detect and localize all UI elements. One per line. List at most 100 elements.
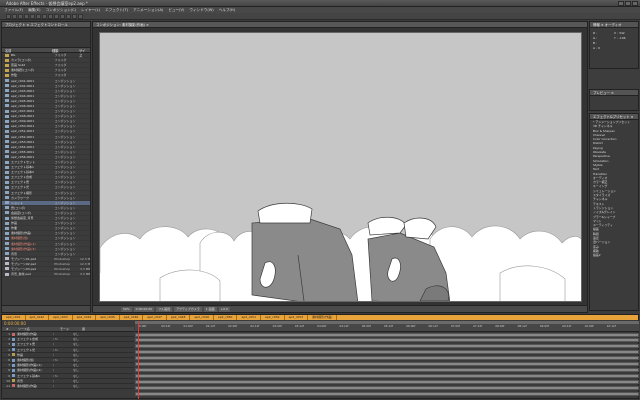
- timeline-tab[interactable]: ep2_c041: [2, 315, 26, 320]
- timeline-tab[interactable]: ep2_c050: [214, 315, 238, 320]
- timeline-tab[interactable]: ep2_c045: [96, 315, 120, 320]
- layer-duration-bar[interactable]: [135, 332, 639, 337]
- menu-item[interactable]: コンポジション(C): [46, 8, 76, 13]
- menu-item[interactable]: ウィンドウ(W): [189, 8, 213, 13]
- preview-tab[interactable]: プレビュー ×: [590, 90, 638, 96]
- layer-parent[interactable]: なし: [73, 348, 91, 352]
- timeline-tab[interactable]: 素材撮影(作画): [308, 315, 338, 320]
- column-name[interactable]: 名前: [2, 48, 49, 53]
- layer-parent[interactable]: なし: [73, 337, 91, 341]
- layer-duration-bar[interactable]: [135, 344, 639, 349]
- layer-label-color[interactable]: [12, 358, 15, 362]
- timeline-tab[interactable]: ep2_c044: [73, 315, 97, 320]
- layer-duration-bar[interactable]: [135, 391, 639, 396]
- camera-tool-icon[interactable]: [30, 13, 35, 19]
- puppet-tool-icon[interactable]: [78, 13, 83, 19]
- clone-tool-icon[interactable]: [66, 13, 71, 19]
- layer-parent[interactable]: なし: [73, 384, 91, 388]
- layer-switches[interactable]: /: [53, 363, 73, 367]
- layer-parent[interactable]: なし: [73, 342, 91, 346]
- layer-parent[interactable]: なし: [73, 379, 91, 383]
- timeline-tab[interactable]: ep2_c046: [120, 315, 144, 320]
- layer-label-color[interactable]: [12, 374, 15, 378]
- layer-label-color[interactable]: [12, 342, 15, 346]
- menu-item[interactable]: 編集(E): [28, 8, 40, 13]
- layer-parent[interactable]: なし: [73, 374, 91, 378]
- layer-switches[interactable]: /: [53, 332, 73, 336]
- layer-label-color[interactable]: [12, 348, 15, 352]
- layer-duration-bar[interactable]: [135, 350, 639, 355]
- layer-parent[interactable]: なし: [73, 363, 91, 367]
- layer-label-color[interactable]: [12, 368, 15, 372]
- viewer-control[interactable]: アクティブカメラ: [174, 306, 202, 312]
- timeline-tab[interactable]: ep2_c049: [190, 315, 214, 320]
- layer-switches[interactable]: /: [53, 342, 73, 346]
- timeline-tab[interactable]: ep2_c042: [26, 315, 50, 320]
- layer-duration-bar[interactable]: [135, 356, 639, 361]
- viewer-control[interactable]: 50%: [121, 306, 132, 312]
- layer-parent[interactable]: なし: [73, 358, 91, 362]
- timeline-tab[interactable]: ep2_c051: [237, 315, 262, 320]
- menu-item[interactable]: エフェクト(T): [105, 8, 128, 13]
- maximize-icon[interactable]: [625, 1, 631, 6]
- layer-switches[interactable]: /: [53, 353, 73, 357]
- layer-label-color[interactable]: [12, 379, 15, 383]
- layer-duration-bar[interactable]: [135, 362, 639, 366]
- minimize-icon[interactable]: [618, 1, 624, 6]
- effect-category[interactable]: 描画2: [590, 253, 638, 257]
- close-icon[interactable]: [632, 1, 638, 6]
- selection-tool-icon[interactable]: [6, 13, 11, 19]
- menu-item[interactable]: ビュー(V): [168, 8, 184, 13]
- layer-duration-bar[interactable]: [135, 367, 639, 372]
- time-ruler[interactable]: 0:00f 00:12f 01:00f 01:12f 02:00f 02:12f 03:00…: [135, 321, 639, 332]
- hand-tool-icon[interactable]: [12, 13, 17, 19]
- layer-parent[interactable]: なし: [73, 368, 91, 372]
- menu-item[interactable]: ファイル(F): [4, 8, 23, 13]
- layer-duration-bar[interactable]: [135, 379, 639, 384]
- layer-duration-bar[interactable]: [135, 373, 639, 378]
- layer-label-color[interactable]: [12, 332, 15, 336]
- column-size[interactable]: サイズ: [76, 48, 88, 58]
- viewer-control[interactable]: 1 画面: [203, 306, 217, 312]
- timeline-tab[interactable]: ep2_c052: [261, 315, 285, 320]
- rotate-tool-icon[interactable]: [24, 13, 29, 19]
- layer-parent[interactable]: なし: [73, 332, 91, 336]
- layer-duration-bar[interactable]: [135, 385, 639, 390]
- layer-switches[interactable]: /: [53, 379, 73, 383]
- layer-switches[interactable]: / fx: [53, 374, 73, 378]
- brush-tool-icon[interactable]: [60, 13, 65, 19]
- info-tab[interactable]: 情報 × オーディオ: [590, 22, 638, 28]
- viewer-control[interactable]: フル画質: [156, 306, 173, 312]
- timeline-tab[interactable]: ep2_c048: [167, 315, 191, 320]
- zoom-tool-icon[interactable]: [18, 13, 23, 19]
- layer-switches[interactable]: / fx: [53, 348, 73, 352]
- menu-item[interactable]: ヘルプ(H): [219, 8, 235, 13]
- timeline-tab[interactable]: ep2_c047: [143, 315, 167, 320]
- layer-switches[interactable]: / fx: [53, 358, 73, 362]
- timeline-tab[interactable]: ep2_c053: [285, 315, 309, 320]
- layer-switches[interactable]: /: [53, 368, 73, 372]
- layer-row[interactable]: 11 素材撮影(作画) / なし: [2, 384, 134, 390]
- layer-duration-bar[interactable]: [135, 338, 639, 343]
- viewer-control[interactable]: +0.0: [218, 306, 230, 312]
- layer-label-color[interactable]: [12, 384, 15, 388]
- playhead[interactable]: [138, 321, 139, 399]
- layer-label-color[interactable]: [12, 337, 15, 341]
- pen-tool-icon[interactable]: [48, 13, 53, 19]
- menu-item[interactable]: アニメーション(A): [133, 8, 163, 13]
- column-type[interactable]: 種類: [49, 48, 76, 53]
- layer-label-color[interactable]: [12, 363, 15, 367]
- current-time[interactable]: 0:00:00:00: [4, 321, 26, 326]
- composition-canvas[interactable]: [99, 32, 582, 302]
- pan-behind-tool-icon[interactable]: [36, 13, 41, 19]
- composition-tab[interactable]: コンポジション: 素材撮影(作画) ×: [93, 22, 587, 28]
- timeline-tab[interactable]: ep2_c043: [49, 315, 73, 320]
- layer-parent[interactable]: なし: [73, 353, 91, 357]
- layer-switches[interactable]: /: [53, 384, 73, 388]
- mask-tool-icon[interactable]: [42, 13, 47, 19]
- viewer-control[interactable]: 0:00:00:00: [133, 306, 155, 312]
- layer-switches[interactable]: / fx: [53, 337, 73, 341]
- project-item[interactable]: 背景_素材.psd Photoshop 3.3 MB: [2, 272, 90, 278]
- text-tool-icon[interactable]: [54, 13, 59, 19]
- layer-label-color[interactable]: [12, 353, 15, 357]
